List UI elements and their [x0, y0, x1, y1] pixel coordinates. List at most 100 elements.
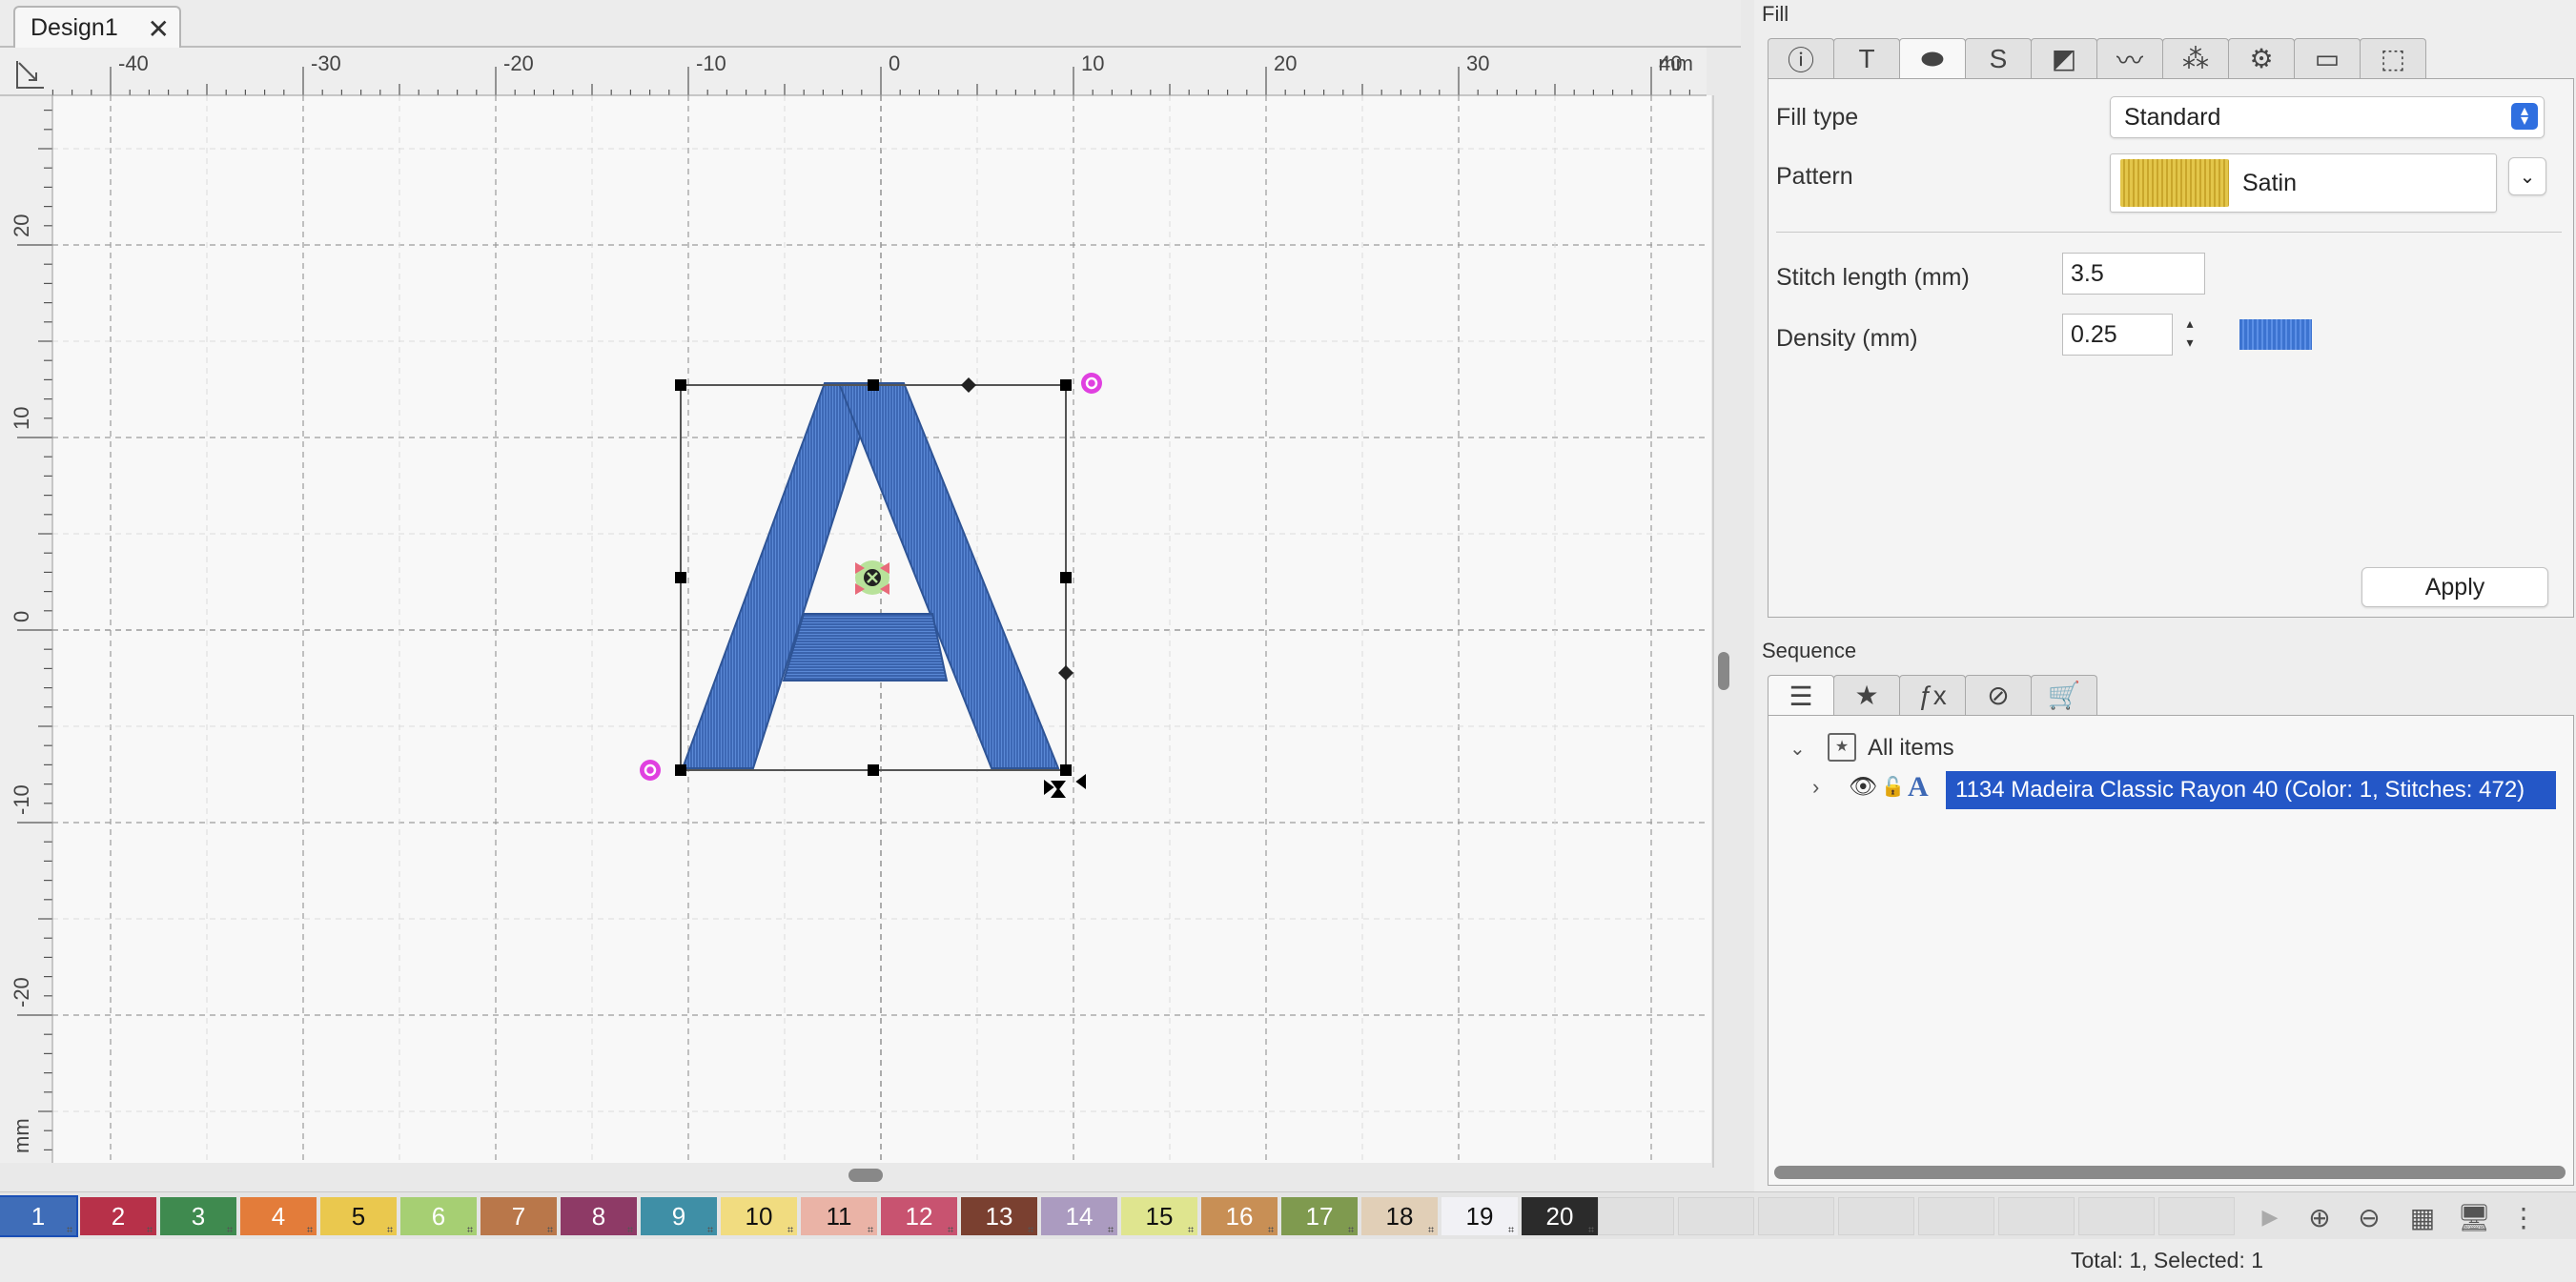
design-canvas[interactable]: -40 -30 -20 -10 0 10 20 30 40 20 10 0 -10 -20 mm mm: [0, 48, 1741, 1191]
stroke-icon[interactable]: S: [1965, 38, 2032, 78]
color-swatch-label: 20: [1545, 1201, 1574, 1231]
pattern-value: Satin: [2242, 169, 2297, 196]
resize-handle-right[interactable]: [1060, 572, 1072, 583]
color-swatch-label: 13: [985, 1201, 1013, 1231]
color-swatch[interactable]: 10: [721, 1197, 797, 1235]
color-swatch[interactable]: 16: [1201, 1197, 1278, 1235]
color-swatch[interactable]: 1: [0, 1195, 78, 1237]
swatch-handle-icon: [707, 1227, 713, 1232]
empty-color-slot[interactable]: [1838, 1197, 1914, 1235]
settings-icon[interactable]: ⚙: [2228, 38, 2295, 78]
close-tab-icon[interactable]: ✕: [148, 13, 170, 45]
pattern-dropdown-button[interactable]: ⌄: [2508, 157, 2546, 195]
swatch-handle-icon: [547, 1227, 553, 1232]
empty-color-slot[interactable]: [2078, 1197, 2155, 1235]
add-color-icon[interactable]: ⊕: [2303, 1201, 2336, 1233]
eye-icon[interactable]: 👁: [1849, 773, 1877, 801]
empty-color-slot[interactable]: [1758, 1197, 1834, 1235]
swatch-handle-icon: [387, 1227, 393, 1232]
swatch-handle-icon: [787, 1227, 793, 1232]
density-stepper[interactable]: ▴ ▾: [2178, 314, 2201, 356]
effect-icon[interactable]: 〰: [2096, 38, 2163, 78]
empty-color-slot[interactable]: [1998, 1197, 2075, 1235]
color-swatch[interactable]: 6: [400, 1197, 477, 1235]
empty-color-slot[interactable]: [1678, 1197, 1754, 1235]
vertical-scrollbar-track[interactable]: [1712, 95, 1714, 1168]
resize-handle-top-right[interactable]: [1060, 379, 1072, 391]
swatch-handle-icon: [1268, 1227, 1274, 1232]
palette-grid-icon[interactable]: ▦: [2406, 1201, 2439, 1233]
canvas-svg[interactable]: -40 -30 -20 -10 0 10 20 30 4020100-10-20mmmm: [0, 48, 1741, 1191]
color-swatch[interactable]: 2: [80, 1197, 156, 1235]
fx-icon[interactable]: ƒx: [1899, 675, 1966, 715]
text-icon[interactable]: T: [1833, 38, 1900, 78]
fill-type-select[interactable]: Standard ▴ ▾: [2110, 96, 2545, 138]
density-input[interactable]: 0.25: [2062, 314, 2173, 356]
resize-handle-left[interactable]: [675, 572, 686, 583]
color-swatch[interactable]: 9: [641, 1197, 717, 1235]
empty-color-slot[interactable]: [1918, 1197, 1994, 1235]
resize-icon[interactable]: ⬚: [2360, 38, 2426, 78]
stitch-length-input[interactable]: 3.5: [2062, 253, 2205, 295]
rotate-handle-icon[interactable]: [1081, 373, 1102, 394]
color-swatch[interactable]: 17: [1281, 1197, 1358, 1235]
unlock-icon[interactable]: 🔓: [1881, 775, 1905, 799]
info-icon[interactable]: ⓘ: [1768, 38, 1834, 78]
ruler-unit-label: mm: [10, 1118, 33, 1153]
center-point-icon[interactable]: [855, 560, 889, 595]
swatch-handle-icon: [67, 1227, 72, 1232]
sequence-item-selected[interactable]: 1134 Madeira Classic Rayon 40 (Color: 1,…: [1946, 771, 2556, 809]
color-swatch[interactable]: 13: [961, 1197, 1037, 1235]
color-swatch-label: 7: [511, 1201, 526, 1231]
remove-color-icon[interactable]: ⊖: [2353, 1201, 2385, 1233]
pattern-select[interactable]: Satin: [2110, 153, 2497, 213]
list-icon[interactable]: ☰: [1768, 675, 1834, 717]
monitor-icon[interactable]: 🖥: [2457, 1201, 2491, 1233]
fill-type-label: Fill type: [1776, 104, 1859, 131]
color-swatch[interactable]: 4: [240, 1197, 317, 1235]
all-items-label[interactable]: All items: [1868, 735, 1954, 762]
star-icon[interactable]: ★: [1833, 675, 1900, 715]
color-swatch[interactable]: 20: [1522, 1197, 1598, 1235]
divider: [1776, 232, 2562, 233]
resize-handle-bottom[interactable]: [868, 764, 879, 776]
color-swatch[interactable]: 19: [1441, 1197, 1518, 1235]
chevron-down-icon[interactable]: ⌄: [1789, 737, 1806, 761]
resize-handle-top[interactable]: [868, 379, 879, 391]
color-swatch[interactable]: 3: [160, 1197, 236, 1235]
vertical-scrollbar-thumb[interactable]: [1718, 652, 1729, 690]
comment-icon[interactable]: ▭: [2294, 38, 2361, 78]
horizontal-scrollbar-thumb[interactable]: [848, 1169, 883, 1182]
empty-color-slot[interactable]: [2158, 1197, 2235, 1235]
letter-a-crossbar: [782, 613, 949, 682]
color-swatch[interactable]: 5: [320, 1197, 397, 1235]
cart-icon[interactable]: 🛒: [2031, 675, 2097, 715]
color-fill-icon[interactable]: ◩: [2031, 38, 2097, 78]
fill-icon[interactable]: ⬬: [1899, 38, 1966, 80]
resize-handle-bottom-left[interactable]: [675, 764, 686, 776]
chevron-right-icon[interactable]: ›: [1812, 775, 1819, 800]
more-icon[interactable]: ⋮: [2507, 1201, 2540, 1233]
fill-panel-body: Fill type Standard ▴ ▾ Pattern Satin ⌄ St…: [1768, 78, 2574, 618]
color-swatch[interactable]: 8: [561, 1197, 637, 1235]
stitch-icon[interactable]: ⁂: [2162, 38, 2229, 78]
resize-handle-bottom-right[interactable]: [1060, 764, 1072, 776]
color-swatch[interactable]: 7: [480, 1197, 557, 1235]
play-icon[interactable]: ▶: [2254, 1201, 2286, 1233]
swatch-handle-icon: [1108, 1227, 1114, 1232]
color-swatch[interactable]: 15: [1121, 1197, 1197, 1235]
compass-icon[interactable]: ⊘: [1965, 675, 2032, 715]
empty-color-slot[interactable]: [1598, 1197, 1674, 1235]
resize-handle-top-left[interactable]: [675, 379, 686, 391]
document-tab[interactable]: Design1 ✕: [13, 6, 181, 48]
apply-button[interactable]: Apply: [2361, 567, 2548, 607]
color-swatch[interactable]: 14: [1041, 1197, 1117, 1235]
color-swatch[interactable]: 18: [1361, 1197, 1438, 1235]
color-swatch[interactable]: 11: [801, 1197, 877, 1235]
color-swatch-label: 1: [31, 1201, 46, 1231]
color-swatch-label: 10: [745, 1201, 773, 1231]
color-swatch[interactable]: 12: [881, 1197, 957, 1235]
horizontal-scrollbar-thumb[interactable]: [1774, 1166, 2566, 1179]
rotate-handle-icon[interactable]: [640, 760, 661, 781]
color-swatch-label: 2: [111, 1201, 126, 1231]
